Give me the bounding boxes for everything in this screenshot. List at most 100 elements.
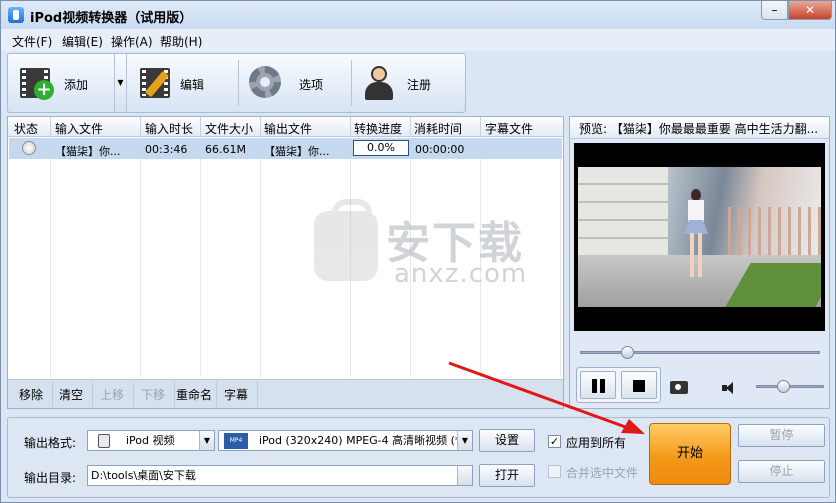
mp4-icon: MP4 bbox=[224, 433, 248, 449]
cell-duration: 00:3:46 bbox=[145, 143, 188, 156]
separator bbox=[174, 382, 175, 407]
stop-playback-button[interactable] bbox=[621, 371, 657, 399]
chevron-down-icon: ▼ bbox=[199, 431, 214, 450]
watermark: 安下载 anxz.com bbox=[308, 199, 548, 289]
column-divider bbox=[410, 117, 411, 137]
window-title: iPod视频转换器（试用版） bbox=[30, 11, 193, 26]
remove-button[interactable]: 移除 bbox=[19, 386, 43, 403]
merge-checkbox[interactable] bbox=[548, 465, 561, 478]
output-dir-input[interactable]: D:\tools\桌面\安下载 bbox=[87, 465, 473, 486]
output-dir-value: D:\tools\桌面\安下载 bbox=[91, 469, 196, 482]
separator bbox=[257, 382, 258, 407]
profile-select[interactable]: MP4 iPod (320x240) MPEG-4 高清晰视频 (*.mp4) … bbox=[218, 430, 473, 451]
playback-controls bbox=[576, 367, 661, 403]
menu-action[interactable]: 操作(A) bbox=[111, 33, 153, 50]
progress-bar: 0.0% bbox=[353, 140, 409, 156]
grid-line bbox=[50, 159, 51, 377]
register-button[interactable]: 注册 bbox=[352, 54, 464, 112]
col-progress[interactable]: 转换进度 bbox=[354, 120, 402, 137]
pause-button[interactable] bbox=[580, 371, 616, 399]
clear-button[interactable]: 清空 bbox=[59, 386, 83, 403]
edit-label: 编辑 bbox=[180, 78, 205, 92]
grid-line bbox=[260, 159, 261, 377]
table-row[interactable]: 【猫柒】你... 00:3:46 66.61M 【猫柒】你... 0.0% 00… bbox=[9, 138, 562, 159]
rename-button[interactable]: 重命名 bbox=[176, 386, 212, 403]
add-button[interactable]: + 添加 bbox=[8, 54, 114, 112]
app-window: iPod视频转换器（试用版） – ✕ 文件(F) 编辑(E) 操作(A) 帮助(… bbox=[0, 0, 836, 503]
watermark-shield-icon bbox=[314, 199, 378, 281]
preview-title: 预览: 【猫柒】你最最最重要 高中生活力翻... bbox=[570, 117, 829, 139]
cell-size: 66.61M bbox=[205, 143, 246, 156]
menu-file[interactable]: 文件(F) bbox=[12, 33, 52, 50]
seek-slider[interactable] bbox=[580, 346, 820, 359]
move-down-button[interactable]: 下移 bbox=[141, 386, 165, 403]
file-list-panel: 状态 输入文件 输入时长 文件大小 输出文件 转换进度 消耗时间 字幕文件 【猫… bbox=[7, 116, 564, 409]
title-bar: iPod视频转换器（试用版） – ✕ bbox=[1, 1, 835, 29]
options-label: 选项 bbox=[299, 78, 324, 92]
apply-all-checkbox[interactable]: ✓ bbox=[548, 435, 561, 448]
cell-elapsed: 00:00:00 bbox=[415, 143, 465, 156]
move-up-button[interactable]: 上移 bbox=[100, 386, 124, 403]
dir-scroll-handle bbox=[457, 466, 472, 485]
merge-label: 合并选中文件 bbox=[566, 466, 639, 480]
app-icon bbox=[8, 7, 24, 23]
output-format-label: 输出格式: bbox=[24, 436, 77, 450]
chevron-down-icon: ▼ bbox=[457, 431, 472, 450]
video-frame[interactable] bbox=[574, 143, 825, 331]
separator bbox=[133, 382, 134, 407]
user-icon bbox=[362, 66, 396, 100]
device-select-value: iPod 视频 bbox=[126, 434, 175, 447]
profile-select-value: iPod (320x240) MPEG-4 高清晰视频 (*.mp4) bbox=[259, 434, 473, 447]
col-output-file[interactable]: 输出文件 bbox=[264, 120, 312, 137]
col-elapsed[interactable]: 消耗时间 bbox=[414, 120, 462, 137]
stop-convert-button[interactable]: 停止 bbox=[738, 460, 825, 483]
menu-bar: 文件(F) 编辑(E) 操作(A) 帮助(H) bbox=[1, 29, 835, 51]
col-duration[interactable]: 输入时长 bbox=[145, 120, 193, 137]
col-input-file[interactable]: 输入文件 bbox=[55, 120, 103, 137]
subtitle-button[interactable]: 字幕 bbox=[224, 386, 248, 403]
menu-help[interactable]: 帮助(H) bbox=[160, 33, 202, 50]
minimize-button[interactable]: – bbox=[761, 1, 788, 20]
close-button[interactable]: ✕ bbox=[788, 1, 832, 20]
col-size[interactable]: 文件大小 bbox=[205, 120, 253, 137]
gear-icon bbox=[249, 66, 283, 100]
grid-line bbox=[200, 159, 201, 377]
pause-convert-button[interactable]: 暂停 bbox=[738, 424, 825, 447]
add-dropdown-arrow[interactable]: ▼ bbox=[114, 54, 127, 112]
column-divider bbox=[350, 117, 351, 137]
edit-button[interactable]: 编辑 bbox=[128, 54, 238, 112]
table-header: 状态 输入文件 输入时长 文件大小 输出文件 转换进度 消耗时间 字幕文件 bbox=[8, 117, 563, 137]
volume-slider-thumb[interactable] bbox=[777, 380, 790, 393]
settings-button[interactable]: 设置 bbox=[479, 429, 535, 452]
add-label: 添加 bbox=[64, 78, 89, 92]
output-settings-panel: 输出格式: iPod 视频 ▼ MP4 iPod (320x240) MPEG-… bbox=[7, 417, 830, 498]
start-button[interactable]: 开始 bbox=[649, 423, 731, 485]
volume-slider[interactable] bbox=[756, 380, 824, 393]
volume-icon[interactable] bbox=[722, 381, 738, 395]
separator bbox=[216, 382, 217, 407]
separator bbox=[92, 382, 93, 407]
grid-line bbox=[140, 159, 141, 377]
menu-edit[interactable]: 编辑(E) bbox=[62, 33, 103, 50]
preview-panel: 预览: 【猫柒】你最最最重要 高中生活力翻... bbox=[569, 116, 830, 409]
toolbar: + 添加 ▼ 编辑 选项 注册 bbox=[7, 53, 466, 113]
options-button[interactable]: 选项 bbox=[239, 54, 351, 112]
column-divider bbox=[140, 117, 141, 137]
apply-all-label: 应用到所有 bbox=[566, 436, 627, 450]
seek-slider-thumb[interactable] bbox=[621, 346, 634, 359]
status-icon bbox=[22, 141, 36, 155]
cell-input-file: 【猫柒】你... bbox=[55, 145, 121, 158]
column-divider bbox=[260, 117, 261, 137]
video-image bbox=[578, 167, 821, 307]
output-dir-label: 输出目录: bbox=[24, 471, 77, 485]
open-dir-button[interactable]: 打开 bbox=[479, 464, 535, 487]
snapshot-camera-icon[interactable] bbox=[670, 381, 688, 394]
device-select[interactable]: iPod 视频 ▼ bbox=[87, 430, 215, 451]
grid-line bbox=[560, 159, 561, 377]
col-status[interactable]: 状态 bbox=[14, 120, 38, 137]
col-subtitle[interactable]: 字幕文件 bbox=[485, 120, 533, 137]
list-button-bar: 移除 清空 上移 下移 重命名 字幕 bbox=[8, 379, 563, 408]
column-divider bbox=[50, 117, 51, 137]
register-label: 注册 bbox=[407, 78, 432, 92]
add-film-icon: + bbox=[18, 66, 54, 100]
